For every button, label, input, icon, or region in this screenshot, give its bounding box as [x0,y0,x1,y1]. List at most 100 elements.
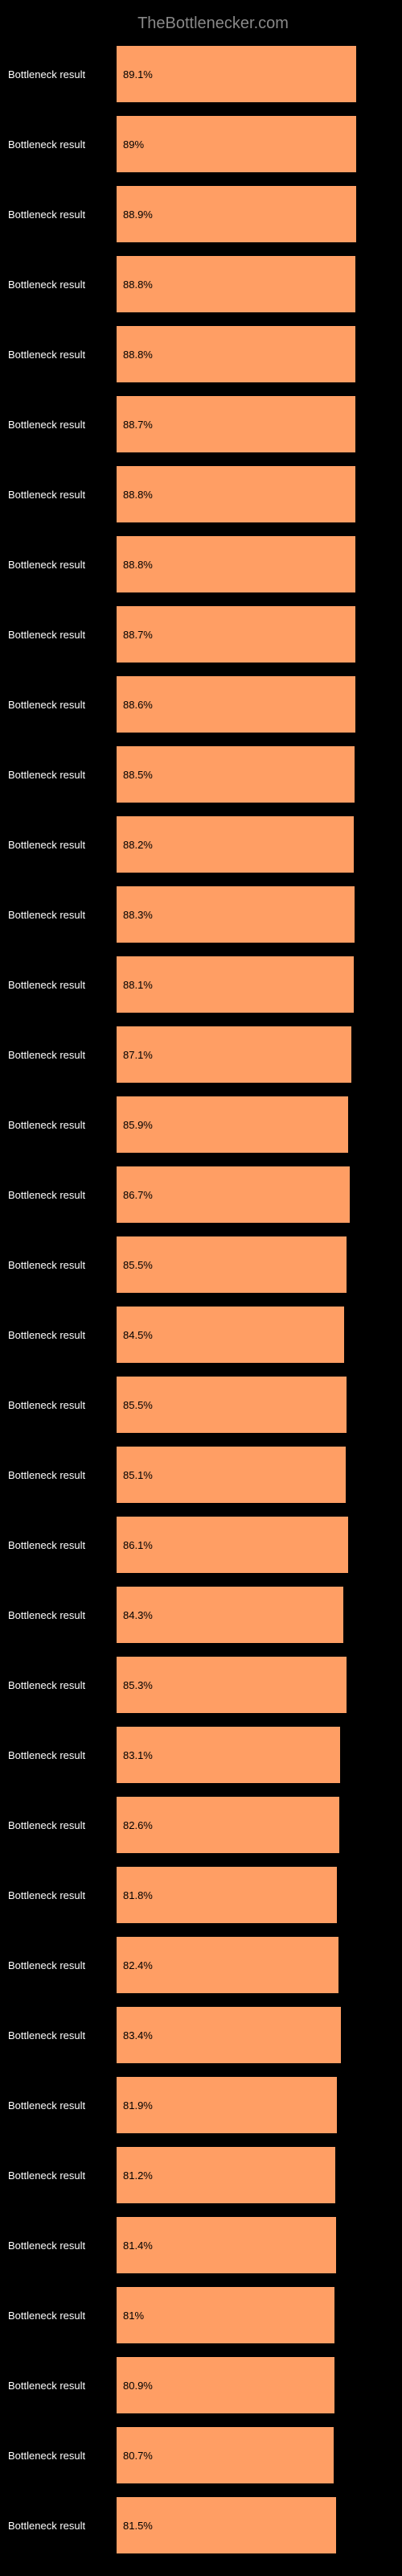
bar-value: 88.1% [123,979,153,991]
bar-value: 80.9% [123,2380,153,2392]
bar-value: 81.8% [123,1889,153,1901]
bar-fill: 83.4% [117,2007,341,2063]
bar-value: 85.3% [123,1679,153,1691]
bar-track: 81.5% [117,2497,386,2553]
bar-value: 88.8% [123,559,153,571]
bar-row: Bottleneck result87.1% [8,1026,386,1083]
bar-fill: 85.3% [117,1657,347,1713]
bar-row: Bottleneck result80.7% [8,2427,386,2483]
bar-value: 89.1% [123,68,153,80]
bar-row: Bottleneck result 88.1% [8,956,386,1013]
bar-value: 85.9% [123,1119,153,1131]
bar-track: 82.4% [117,1937,386,1993]
bar-value: 88.3% [123,909,153,921]
bar-track: 84.5% [117,1307,386,1363]
bar-row: Bottleneck result 85.9% [8,1096,386,1153]
bar-row: Bottleneck result88.8% [8,466,386,522]
bar-fill: 81.4% [117,2217,336,2273]
bar-row: Bottleneck result 85.1% [8,1447,386,1503]
bar-track: 81.4% [117,2217,386,2273]
bar-value: 85.5% [123,1259,153,1271]
bar-label: Bottleneck result [8,839,117,851]
bar-row: Bottleneck result89% [8,116,386,172]
bar-track: 87.1% [117,1026,386,1083]
bar-fill: 88.7% [117,396,355,452]
bar-row: Bottleneck result85.5% [8,1236,386,1293]
bar-fill: 82.6% [117,1797,339,1853]
bar-label: Bottleneck result [8,1119,117,1131]
bar-row: Bottleneck result86.1% [8,1517,386,1573]
bar-track: 88.2% [117,816,386,873]
bar-fill: 81.5% [117,2497,336,2553]
bar-value: 81.9% [123,2099,153,2112]
bar-fill: 88.6% [117,676,355,733]
bar-label: Bottleneck result [8,1189,117,1201]
bar-row: Bottleneck result82.4% [8,1937,386,1993]
bar-value: 88.8% [123,279,153,291]
bar-track: 88.8% [117,326,386,382]
bar-chart: Bottleneck result89.1%Bottleneck result8… [8,46,386,2553]
bar-fill: 86.1% [117,1517,348,1573]
bar-track: 88.7% [117,606,386,663]
bar-value: 80.7% [123,2450,153,2462]
bar-value: 88.8% [123,349,153,361]
bar-fill: 83.1% [117,1727,340,1783]
bar-value: 88.8% [123,489,153,501]
page-title: TheBottlenecker.com [40,8,386,39]
bar-value: 88.7% [123,419,153,431]
bar-row: Bottleneck result88.8% [8,256,386,312]
bar-value: 81.2% [123,2169,153,2182]
bar-fill: 84.3% [117,1587,343,1643]
bar-label: Bottleneck result [8,1049,117,1061]
bar-row: Bottleneck result84.5% [8,1307,386,1363]
bar-fill: 87.1% [117,1026,351,1083]
bar-row: Bottleneck result89.1% [8,46,386,102]
bar-label: Bottleneck result [8,1469,117,1481]
bar-track: 88.8% [117,536,386,592]
bar-row: Bottleneck result 88.2% [8,816,386,873]
bar-value: 82.6% [123,1819,153,1831]
bar-track: 83.4% [117,2007,386,2063]
bar-track: 88.8% [117,466,386,522]
bar-value: 88.2% [123,839,153,851]
bar-label: Bottleneck result [8,559,117,571]
bar-track: 81.8% [117,1867,386,1923]
bar-track: 88.3% [117,886,386,943]
bar-track: 85.5% [117,1236,386,1293]
bar-label: Bottleneck result [8,208,117,221]
bar-fill: 88.9% [117,186,356,242]
bar-value: 85.1% [123,1469,153,1481]
bar-label: Bottleneck result [8,769,117,781]
bar-label: Bottleneck result [8,2310,117,2322]
bar-track: 81.2% [117,2147,386,2203]
bar-track: 89.1% [117,46,386,102]
bar-label: Bottleneck result [8,1679,117,1691]
bar-fill: 80.7% [117,2427,334,2483]
bar-label: Bottleneck result [8,1959,117,1971]
bar-row: Bottleneck result81.2% [8,2147,386,2203]
bar-label: Bottleneck result [8,699,117,711]
bar-label: Bottleneck result [8,909,117,921]
bar-fill: 88.2% [117,816,354,873]
bar-track: 85.9% [117,1096,386,1153]
bar-row: Bottleneck result86.7% [8,1166,386,1223]
bar-row: Bottleneck result81.8% [8,1867,386,1923]
bar-label: Bottleneck result [8,979,117,991]
bar-value: 81.5% [123,2520,153,2532]
bar-track: 86.1% [117,1517,386,1573]
bar-fill: 81% [117,2287,334,2343]
bar-fill: 89% [117,116,356,172]
bar-fill: 85.5% [117,1377,347,1433]
bar-row: Bottleneck result88.9% [8,186,386,242]
bar-track: 86.7% [117,1166,386,1223]
bar-fill: 85.5% [117,1236,347,1293]
bar-track: 81% [117,2287,386,2343]
bar-label: Bottleneck result [8,2029,117,2041]
bar-fill: 88.7% [117,606,355,663]
bar-value: 83.1% [123,1749,153,1761]
bar-label: Bottleneck result [8,2380,117,2392]
bar-fill: 82.4% [117,1937,338,1993]
bar-row: Bottleneck result85.5% [8,1377,386,1433]
bar-fill: 86.7% [117,1166,350,1223]
bar-fill: 88.8% [117,536,355,592]
